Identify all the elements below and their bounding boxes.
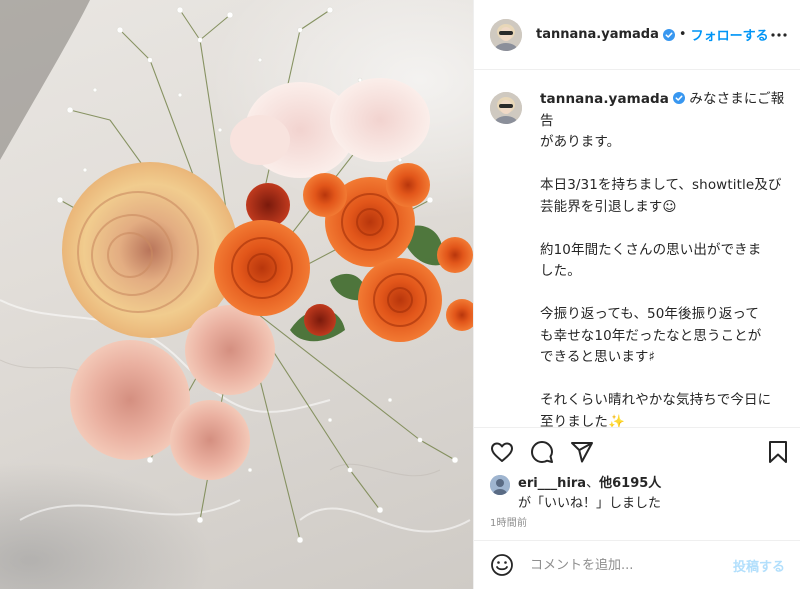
caption: tannana.yamada みなさまにご報告 があります。 本日3/31を持ち… <box>490 89 785 427</box>
caption-text: みなさまにご報告 があります。 本日3/31を持ちまして、showtitle及び… <box>540 91 785 427</box>
liker-avatar[interactable] <box>490 475 510 495</box>
separator-dot: • <box>678 27 687 42</box>
likes-others-link[interactable]: 他6195人 <box>599 476 661 491</box>
caption-body: tannana.yamada みなさまにご報告 があります。 本日3/31を持ち… <box>540 89 785 427</box>
caption-scroll-area[interactable]: tannana.yamada みなさまにご報告 があります。 本日3/31を持ち… <box>474 71 800 427</box>
comment-input[interactable] <box>530 557 725 573</box>
likes-text: eri___hira、他6195人 が「いいね！」しました <box>518 474 661 514</box>
avatar-image <box>490 18 522 51</box>
caption-author-avatar[interactable] <box>490 92 522 124</box>
action-bar <box>474 427 800 475</box>
post-timestamp[interactable]: 1時間前 <box>490 514 527 529</box>
likes-suffix: が「いいね！」しました <box>518 496 662 511</box>
heart-icon[interactable] <box>490 440 514 464</box>
post-side-panel: tannana.yamada • フォローする tannana.yamada み… <box>473 0 800 589</box>
comment-icon[interactable] <box>530 440 554 464</box>
likes-joiner: 、 <box>586 476 600 491</box>
verified-badge-icon <box>662 28 675 41</box>
share-icon[interactable] <box>570 440 594 464</box>
more-horizontal-icon[interactable] <box>769 25 789 45</box>
avatar-image <box>490 475 510 495</box>
post-photo[interactable] <box>0 0 473 589</box>
liker-username[interactable]: eri___hira <box>518 476 586 491</box>
add-comment-bar: 投稿する <box>474 540 800 589</box>
bookmark-icon[interactable] <box>766 440 790 464</box>
post-header: tannana.yamada • フォローする <box>474 0 800 70</box>
verified-badge-icon <box>673 92 686 104</box>
author-avatar[interactable] <box>490 18 522 51</box>
caption-username[interactable]: tannana.yamada <box>540 91 669 107</box>
avatar-image <box>490 92 522 124</box>
emoji-icon[interactable] <box>490 553 514 577</box>
flower-bouquet-image <box>0 0 473 544</box>
post-comment-button[interactable]: 投稿する <box>733 556 785 575</box>
likes-summary: eri___hira、他6195人 が「いいね！」しました <box>490 474 790 514</box>
follow-button[interactable]: フォローする <box>691 25 769 44</box>
author-username[interactable]: tannana.yamada <box>536 27 659 42</box>
